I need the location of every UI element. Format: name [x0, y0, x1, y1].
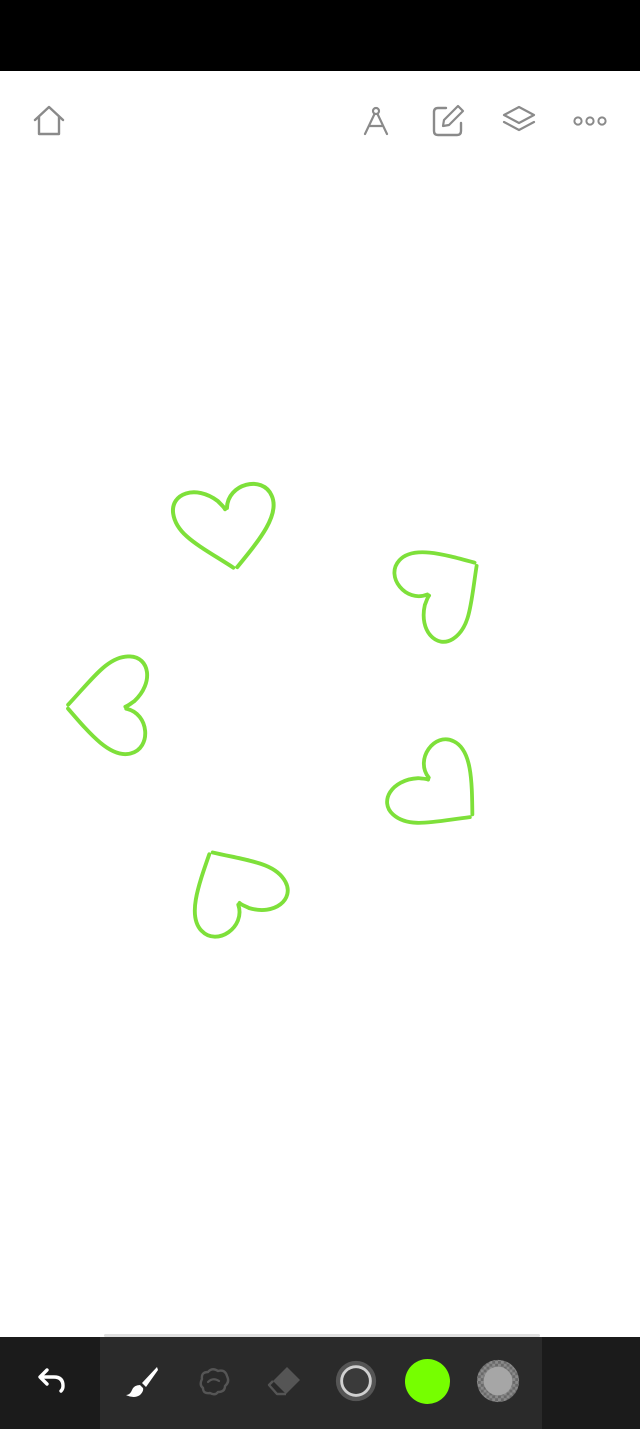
heart-stroke	[378, 729, 503, 856]
canvas-drawing	[64, 479, 505, 946]
heart-stroke	[64, 652, 150, 757]
opacity-icon	[476, 1359, 520, 1403]
layers-button[interactable]	[495, 97, 543, 145]
drawing-canvas[interactable]	[0, 171, 640, 1337]
brush-size-icon	[335, 1360, 377, 1402]
ruler-tool-button[interactable]	[352, 97, 400, 145]
brush-tool-button[interactable]	[116, 1357, 168, 1405]
top-toolbar	[0, 71, 640, 171]
edit-button[interactable]	[424, 97, 472, 145]
current-color-swatch	[404, 1358, 450, 1404]
more-icon	[573, 116, 607, 126]
brush-icon	[126, 1367, 158, 1397]
heart-stroke	[168, 479, 284, 577]
heart-stroke	[385, 524, 505, 651]
smudge-tool-button[interactable]	[188, 1357, 240, 1405]
edit-icon	[432, 104, 465, 137]
status-bar	[0, 0, 640, 71]
opacity-button[interactable]	[472, 1357, 524, 1405]
home-button[interactable]	[25, 97, 73, 145]
undo-button[interactable]	[24, 1357, 76, 1405]
undo-icon	[38, 1368, 65, 1393]
more-button[interactable]	[566, 97, 614, 145]
eraser-icon	[267, 1367, 300, 1396]
color-picker-button[interactable]	[401, 1357, 453, 1405]
eraser-tool-button[interactable]	[259, 1357, 311, 1405]
brush-size-button[interactable]	[330, 1357, 382, 1405]
smudge-icon	[199, 1368, 230, 1396]
layers-icon	[502, 105, 536, 132]
compass-icon	[363, 106, 389, 136]
heart-stroke	[168, 826, 296, 946]
home-icon	[33, 105, 65, 136]
